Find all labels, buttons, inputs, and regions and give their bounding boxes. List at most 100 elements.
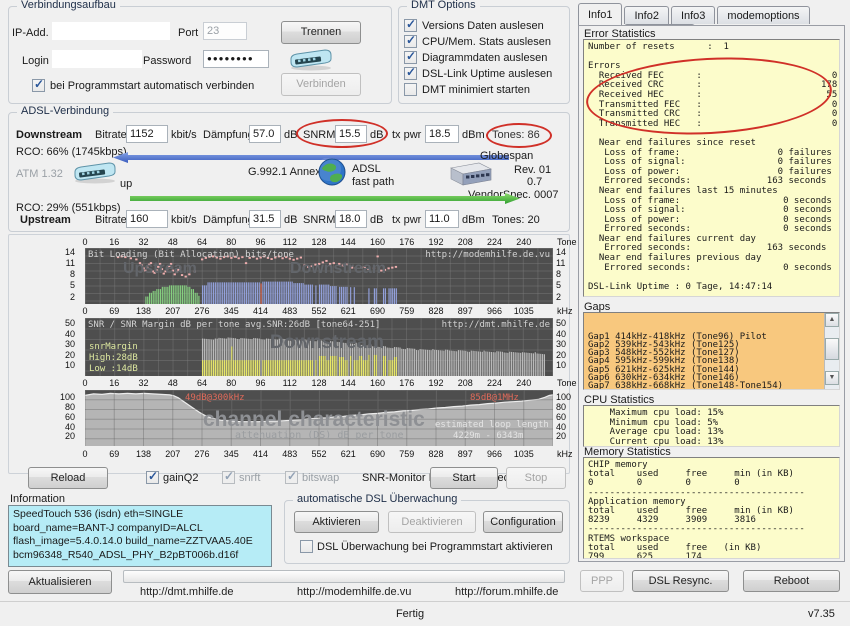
- vendor-label: Globespan: [480, 150, 534, 162]
- axis-tick: 483: [282, 306, 298, 316]
- gaps-scrollbar[interactable]: ▲ ▼: [824, 313, 839, 389]
- us-rco-label: RCO: 29% (551kbps): [16, 202, 121, 214]
- login-field[interactable]: [52, 50, 142, 68]
- tab-modemoptions[interactable]: modemoptions: [717, 6, 810, 24]
- configuration-button[interactable]: Configuration: [483, 511, 563, 533]
- axis-tick: 966: [486, 306, 503, 316]
- gainq2-checkbox[interactable]: [146, 469, 159, 484]
- axis-tick: 1035: [513, 449, 534, 459]
- axis-tick: 0: [82, 378, 88, 388]
- dmt-option-checkbox[interactable]: [404, 17, 417, 32]
- error-stats-box: Number of resets : 1 Errors Received FEC…: [583, 39, 840, 297]
- monitoring-autostart-label: DSL Überwachung bei Programmstart aktivi…: [317, 541, 553, 553]
- disconnect-button[interactable]: Trennen: [281, 21, 361, 44]
- dsl-resync-button[interactable]: DSL Resync.: [632, 570, 729, 592]
- version-label: v7.35: [808, 608, 835, 620]
- axis-tick: 345: [223, 306, 239, 316]
- y-axis-tick: 20: [64, 349, 75, 360]
- bit-loading-title: Bit Loading (Bit Allocation) bits/tone: [88, 250, 294, 260]
- ds-attn-label: Dämpfung: [203, 129, 254, 141]
- information-box: SpeedTouch 536 (isdn) eth=SINGLE board_n…: [8, 505, 272, 567]
- gainq2-label: gainQ2: [163, 472, 199, 484]
- tab-info2[interactable]: Info2: [624, 6, 669, 24]
- dmt-option-checkbox[interactable]: [404, 49, 417, 64]
- us-snrm-label: SNRM: [303, 214, 336, 226]
- ds-txpwr-field[interactable]: 18.5: [425, 125, 459, 143]
- tab-info3[interactable]: Info3: [670, 6, 716, 24]
- axis-tick: 690: [369, 306, 386, 316]
- dmt-option-label: DMT minimiert starten: [422, 84, 530, 96]
- start-button[interactable]: Start: [430, 467, 498, 489]
- information-title: Information: [10, 493, 66, 505]
- snrft-checkbox[interactable]: [222, 469, 235, 484]
- dmt-option-label: Versions Daten auslesen: [422, 20, 544, 32]
- attenuation-label-300khz: 49dB@300kHz: [185, 393, 245, 403]
- dmt-option-label: CPU/Mem. Stats auslesen: [422, 36, 551, 48]
- y-axis-tick: 11: [65, 257, 75, 268]
- axis-unit-label: Tone: [557, 237, 577, 247]
- link-forum-mhilfe[interactable]: http://forum.mhilfe.de: [455, 586, 558, 598]
- dmt-option-checkbox[interactable]: [404, 33, 417, 48]
- dmt-option-checkbox[interactable]: [404, 83, 417, 96]
- axis-tick: 897: [457, 449, 473, 459]
- ds-attn-field[interactable]: 57.0: [249, 125, 281, 143]
- cpu-stats-box: Maximum cpu load: 15% Minimum cpu load: …: [583, 405, 840, 447]
- y-axis-tick: 5: [69, 280, 75, 291]
- link-modemhilfe[interactable]: http://modemhilfe.de.vu: [297, 586, 411, 598]
- reboot-button[interactable]: Reboot: [743, 570, 840, 592]
- attenuation-sub-watermark: attenuation (DS) dB per tone: [235, 430, 404, 441]
- y-axis-tick: 10: [556, 360, 567, 371]
- scroll-up-arrow[interactable]: ▲: [825, 313, 839, 327]
- us-attn-field[interactable]: 31.5: [249, 210, 281, 228]
- axis-tick: 0: [82, 449, 88, 459]
- monitoring-title: automatische DSL Überwachung: [293, 493, 462, 505]
- tab-info1[interactable]: Info1: [578, 3, 623, 25]
- us-txpwr-field[interactable]: 11.0: [425, 210, 459, 228]
- monitoring-autostart-checkbox[interactable]: [300, 540, 313, 553]
- axis-tick: 48: [167, 237, 178, 247]
- link-dmt-mhilfe[interactable]: http://dmt.mhilfe.de: [140, 586, 234, 598]
- ppp-button[interactable]: PPP: [580, 570, 624, 592]
- password-field[interactable]: ●●●●●●●●: [203, 50, 269, 68]
- ds-snrm-field[interactable]: 15.5: [335, 125, 367, 143]
- axis-tick: 224: [486, 378, 503, 388]
- bit-loading-watermark-downstream: Downstream: [290, 260, 387, 277]
- axis-tick: 112: [282, 378, 297, 388]
- bitswap-label: bitswap: [302, 472, 340, 484]
- autoconnect-checkbox[interactable]: [32, 77, 45, 92]
- ds-attn-unit: dB: [284, 129, 298, 141]
- khz-axis-bottom: 0 69 138 207 276 345 414 483 552 621 690 759 828 897 9…: [9, 449, 572, 460]
- bitswap-checkbox[interactable]: [285, 469, 298, 484]
- axis-tick: 0: [82, 237, 88, 247]
- snr-title: SNR / SNR Margin dB per tone: [88, 320, 240, 330]
- us-snrm-field[interactable]: 18.0: [335, 210, 367, 228]
- y-axis-tick: 5: [556, 280, 562, 291]
- axis-tick: 112: [282, 237, 297, 247]
- refresh-button[interactable]: Aktualisieren: [8, 570, 112, 594]
- ip-field[interactable]: [52, 22, 170, 40]
- ds-snrm-label: SNRM: [303, 129, 336, 141]
- khz-axis-mid: 0 69 138 207 276 345 414 483 552 621 690 759 828 897 9…: [9, 306, 572, 317]
- ds-bitrate-unit: kbit/s: [171, 129, 197, 141]
- port-field[interactable]: 23: [203, 22, 247, 40]
- scroll-down-arrow[interactable]: ▼: [825, 371, 839, 385]
- deactivate-button[interactable]: Deaktivieren: [388, 511, 476, 533]
- y-axis-tick: 80: [556, 402, 567, 413]
- reload-button[interactable]: Reload: [28, 467, 108, 489]
- ds-bitrate-field[interactable]: 1152: [126, 125, 168, 143]
- axis-tick: 240: [516, 237, 532, 247]
- stop-button[interactable]: Stop: [506, 467, 566, 489]
- axis-tick: 192: [428, 237, 444, 247]
- ip-label: IP-Add.: [12, 27, 49, 39]
- dmt-option-checkbox[interactable]: [404, 65, 417, 80]
- scroll-thumb[interactable]: [825, 338, 839, 360]
- axis-tick: 1035: [513, 306, 534, 316]
- us-bitrate-field[interactable]: 160: [126, 210, 168, 228]
- activate-button[interactable]: Aktivieren: [294, 511, 379, 533]
- us-txpwr-unit: dBm: [462, 214, 485, 226]
- y-axis-tick: 50: [64, 318, 75, 329]
- ds-rco-label: RCO: 66% (1745kbps): [16, 146, 127, 158]
- connect-button[interactable]: Verbinden: [281, 73, 361, 96]
- axis-tick: 224: [486, 237, 503, 247]
- y-axis-tick: 20: [64, 431, 75, 442]
